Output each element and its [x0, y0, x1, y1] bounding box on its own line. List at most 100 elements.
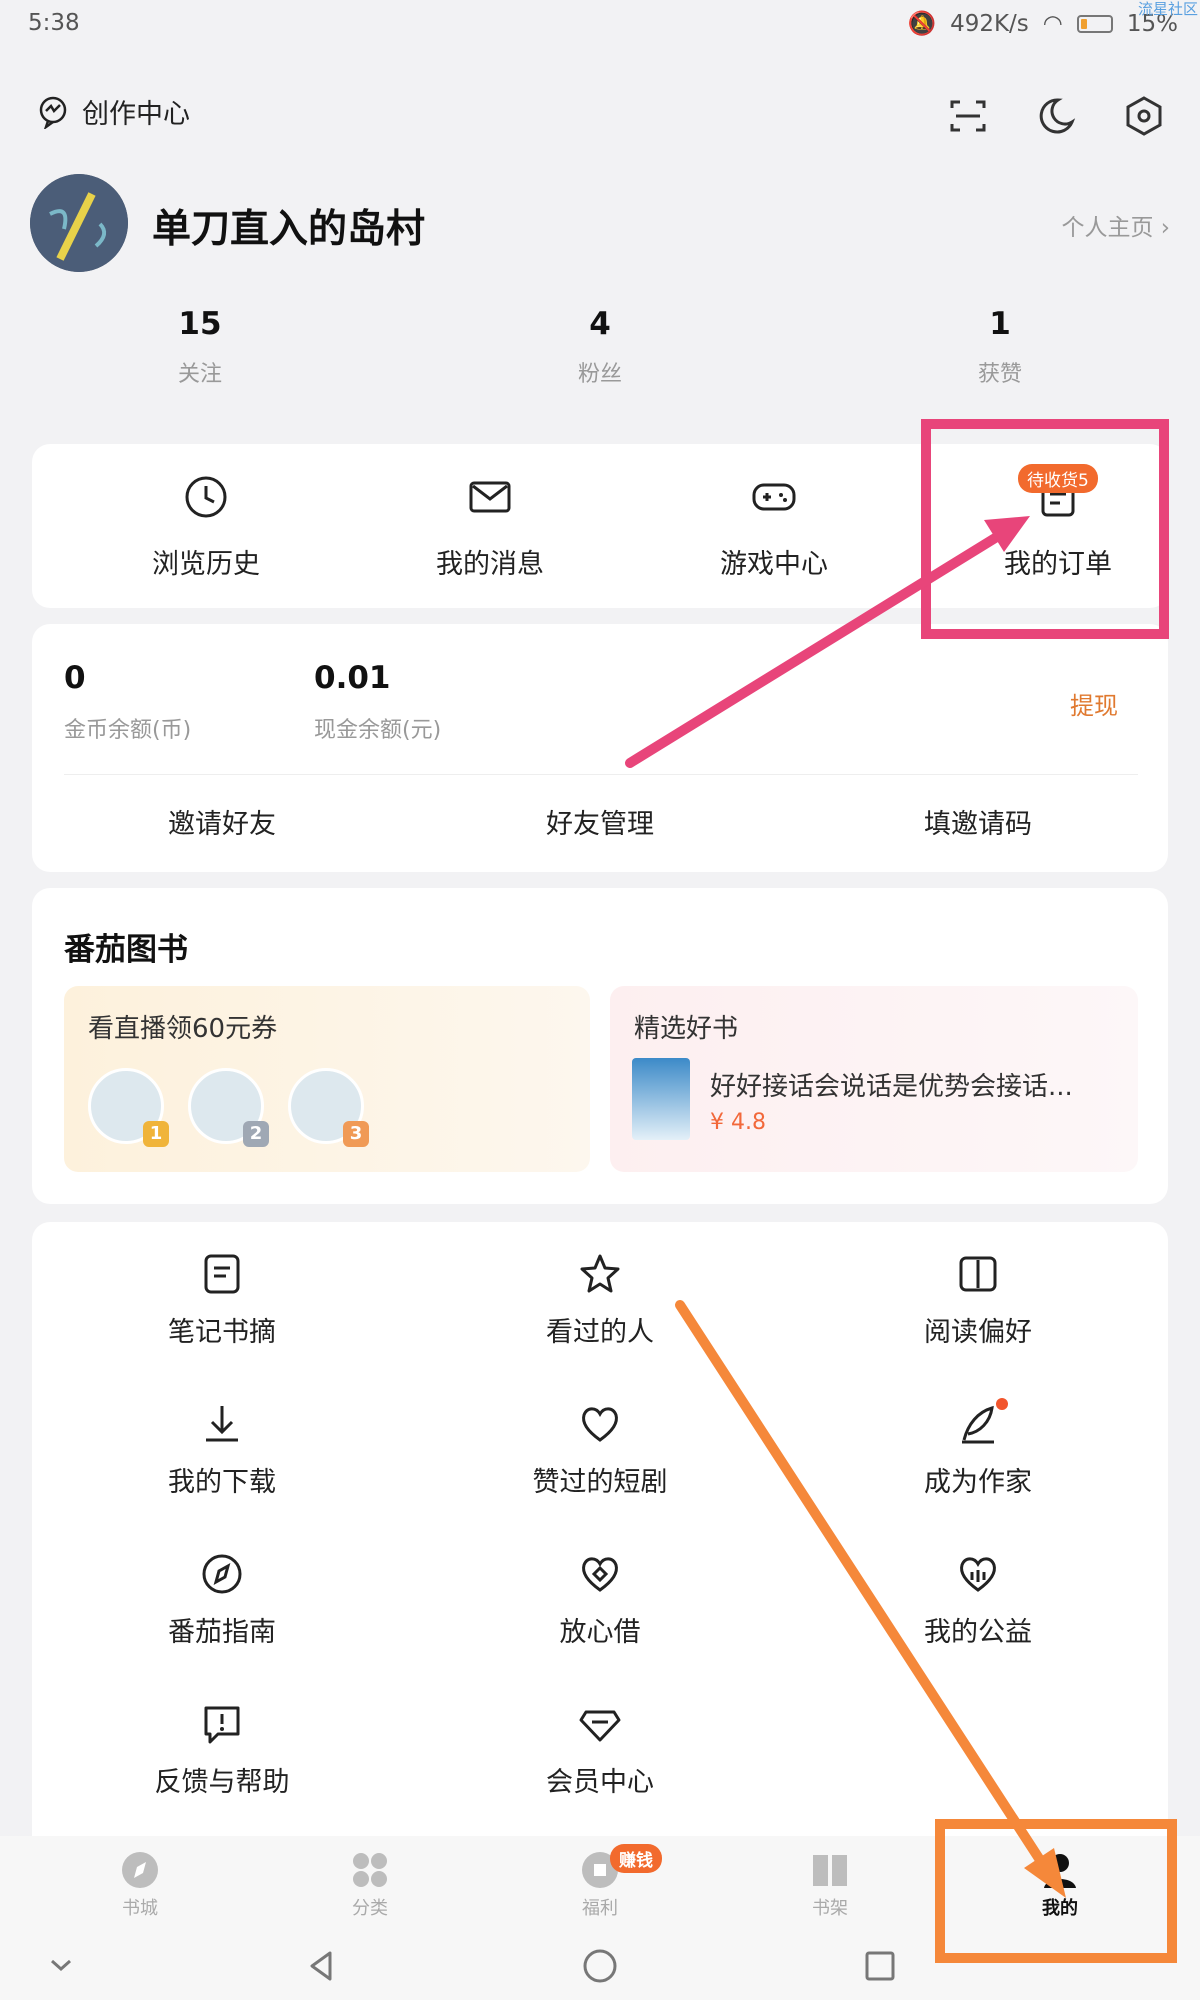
chevron-down-icon[interactable]	[44, 1948, 78, 1982]
night-mode-icon[interactable]	[1034, 94, 1078, 138]
coins-label: 金币余额(币)	[64, 718, 192, 743]
heart-icon	[582, 1407, 618, 1442]
tab-welfare-label: 福利	[582, 1898, 618, 1919]
liked-dramas-label: 赞过的短剧	[532, 1467, 668, 1498]
withdraw-button[interactable]: 提现	[1070, 686, 1118, 721]
scan-icon[interactable]	[946, 94, 990, 138]
guide-button[interactable]: 番茄指南	[102, 1552, 342, 1649]
my-messages-button[interactable]: 我的消息	[390, 474, 590, 581]
star-icon	[580, 1254, 620, 1293]
my-downloads-label: 我的下载	[168, 1467, 276, 1498]
rank-3: 3	[343, 1121, 369, 1147]
notes-button[interactable]: 笔记书摘	[102, 1252, 342, 1349]
creator-center-label: 创作中心	[82, 99, 190, 130]
wifi-icon: ◠	[1042, 10, 1063, 37]
feedback-label: 反馈与帮助	[154, 1767, 290, 1798]
rank-1: 1	[143, 1121, 169, 1147]
live-promo-card[interactable]: 看直播领60元券 1 2 3	[64, 986, 590, 1172]
book-icon	[959, 1256, 997, 1292]
wallet-divider	[64, 774, 1138, 775]
game-center-button[interactable]: 游戏中心	[674, 474, 874, 581]
top-bar: 创作中心	[0, 80, 1200, 150]
charity-icon	[960, 1557, 996, 1592]
visitors-label: 看过的人	[546, 1317, 654, 1348]
back-icon[interactable]	[304, 1948, 340, 1984]
battery-icon	[1076, 14, 1113, 33]
tab-category[interactable]: 分类	[310, 1850, 430, 1920]
profile-header: 单刀直入的岛村 个人主页 ›	[0, 170, 1200, 280]
homepage-link[interactable]: 个人主页 ›	[1061, 208, 1170, 242]
status-bar: 5:38 🔕 492K/s ◠ 15% 流星社区	[0, 0, 1200, 50]
promo-thumb-3: 3	[288, 1068, 369, 1147]
stat-fans-label: 粉丝	[577, 362, 622, 387]
tab-bookshelf-label: 书架	[812, 1898, 848, 1919]
welfare-badge: 赚钱	[610, 1844, 662, 1873]
gamepad-icon	[752, 483, 796, 511]
featured-title: 精选好书	[634, 1014, 739, 1044]
stat-likes[interactable]: 1 获赞	[900, 306, 1100, 388]
tab-bookstore[interactable]: 书城	[80, 1850, 200, 1920]
reading-preference-button[interactable]: 阅读偏好	[858, 1252, 1098, 1349]
stats-row: 15 关注 4 粉丝 1 获赞	[0, 306, 1200, 396]
tab-bookshelf[interactable]: 书架	[770, 1850, 890, 1920]
wallet-card: 0 金币余额(币) 0.01 现金余额(元) 提现 邀请好友 好友管理 填邀请码	[32, 624, 1168, 872]
home-icon[interactable]	[582, 1948, 618, 1984]
charity-label: 我的公益	[924, 1617, 1032, 1648]
visitors-button[interactable]: 看过的人	[480, 1252, 720, 1349]
bookshelf-tab-icon	[813, 1855, 847, 1886]
invite-friends-button[interactable]: 邀请好友	[92, 802, 352, 841]
status-time: 5:38	[28, 10, 80, 36]
avatar[interactable]	[30, 174, 128, 272]
note-icon	[204, 1254, 240, 1294]
charity-button[interactable]: 我的公益	[858, 1552, 1098, 1649]
friend-management-button[interactable]: 好友管理	[470, 802, 730, 841]
compass-icon	[202, 1554, 242, 1594]
download-icon	[206, 1406, 238, 1442]
browse-history-button[interactable]: 浏览历史	[106, 474, 306, 581]
stat-fans[interactable]: 4 粉丝	[500, 306, 700, 388]
feedback-button[interactable]: 反馈与帮助	[102, 1702, 342, 1799]
settings-icon[interactable]	[1122, 94, 1166, 138]
promo-thumb-2: 2	[188, 1068, 269, 1147]
cash-label: 现金余额(元)	[314, 718, 442, 743]
creator-center-button[interactable]: 创作中心	[36, 92, 190, 131]
recents-icon[interactable]	[862, 1948, 898, 1984]
become-writer-label: 成为作家	[924, 1467, 1032, 1498]
book-cover	[632, 1058, 690, 1140]
diamond-icon	[579, 1710, 621, 1742]
notes-label: 笔记书摘	[168, 1317, 276, 1348]
bottom-tab-bar: 书城 分类 福利 赚钱 书架 我的	[0, 1836, 1200, 1936]
books-section-title: 番茄图书	[64, 932, 188, 968]
category-tab-icon	[353, 1853, 387, 1887]
liked-dramas-button[interactable]: 赞过的短剧	[480, 1402, 720, 1499]
orders-badge: 待收货5	[1018, 464, 1098, 493]
game-center-label: 游戏中心	[720, 549, 828, 580]
stat-fans-value: 4	[589, 306, 611, 342]
loan-button[interactable]: 放心借	[480, 1552, 720, 1649]
rank-2: 2	[243, 1121, 269, 1147]
stat-following[interactable]: 15 关注	[100, 306, 300, 388]
profile-tab-icon	[1044, 1854, 1076, 1888]
featured-book-card[interactable]: 精选好书 好好接话会说话是优势会接话... ¥ 4.8	[610, 986, 1138, 1172]
system-nav-bar	[0, 1936, 1200, 2000]
featured-book-price: ¥ 4.8	[710, 1110, 766, 1135]
quick-actions-card: 浏览历史 我的消息 游戏中心 我的订单 待收货5	[32, 444, 1168, 608]
clock-icon	[185, 476, 227, 518]
tab-profile[interactable]: 我的	[1000, 1850, 1120, 1920]
stat-following-label: 关注	[177, 362, 222, 387]
become-writer-button[interactable]: 成为作家	[858, 1398, 1098, 1499]
menu-grid-card: 笔记书摘 看过的人 阅读偏好 我的下载 赞过的短剧 成为作家 番茄指南 放心借 …	[32, 1222, 1168, 1862]
live-promo-title: 看直播领60元券	[88, 1014, 278, 1044]
my-downloads-button[interactable]: 我的下载	[102, 1402, 342, 1499]
mute-icon: 🔕	[907, 11, 937, 37]
featured-book-title: 好好接话会说话是优势会接话...	[710, 1072, 1073, 1102]
watermark: 流星社区	[1137, 0, 1198, 18]
coins-value[interactable]: 0	[64, 660, 86, 696]
vip-center-button[interactable]: 会员中心	[480, 1702, 720, 1799]
cash-value[interactable]: 0.01	[314, 660, 391, 696]
stat-following-value: 15	[178, 306, 222, 342]
enter-invite-code-button[interactable]: 填邀请码	[848, 802, 1108, 841]
guide-label: 番茄指南	[168, 1617, 276, 1648]
loan-label: 放心借	[559, 1617, 641, 1648]
my-messages-label: 我的消息	[436, 549, 544, 580]
